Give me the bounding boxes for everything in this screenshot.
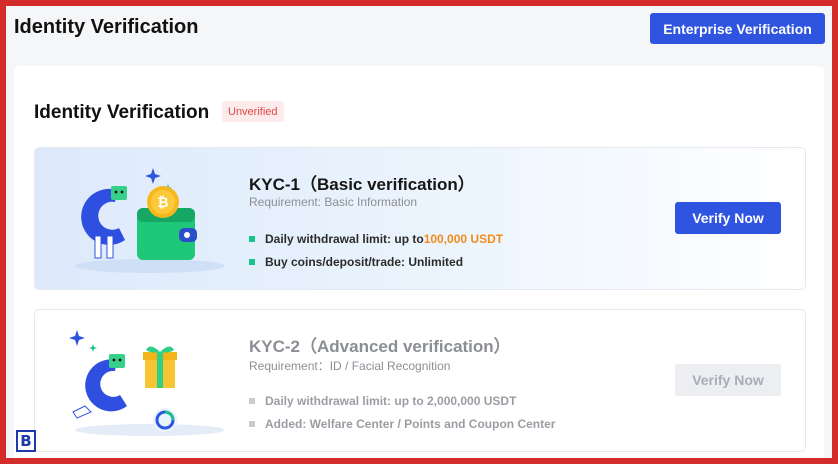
kyc2-benefit-welfare-text: Added: Welfare Center / Points and Coupo… (265, 417, 556, 431)
bullet-icon (249, 398, 255, 404)
kyc2-verify-button: Verify Now (675, 364, 781, 396)
kyc2-benefit-withdrawal: Daily withdrawal limit: up to 2,000,000 … (249, 394, 516, 408)
kyc1-benefit-withdrawal-text: Daily withdrawal limit: up to (265, 232, 424, 246)
kyc1-benefit-trade: Buy coins/deposit/trade: Unlimited (249, 255, 463, 269)
kyc1-title: KYC-1（Basic verification） (249, 175, 475, 194)
kyc1-benefit-trade-text: Buy coins/deposit/trade: Unlimited (265, 255, 464, 269)
kyc2-benefit-withdrawal-text: Daily withdrawal limit: up to 2,000,000 … (265, 394, 517, 408)
kyc2-title: KYC-2（Advanced verification） (249, 337, 511, 356)
app-frame: Identity Verification Enterprise Verific… (6, 6, 832, 458)
kyc1-illustration-icon: ₿ (75, 168, 225, 273)
kyc1-card: ₿ KYC-1（Basic verification） Requirement:… (34, 147, 806, 290)
kyc1-withdrawal-limit: 100,000 USDT (423, 232, 504, 246)
kyc2-card: KYC-2（Advanced verification） Requirement… (34, 309, 806, 452)
section-title: Identity Verification (34, 102, 210, 123)
status-badge: Unverified (222, 101, 284, 122)
kyc1-verify-button[interactable]: Verify Now (675, 202, 781, 234)
app-logo-icon: B (16, 430, 36, 452)
bullet-icon (249, 421, 255, 427)
kyc2-requirement: Requirement：ID / Facial Recognition (249, 359, 451, 373)
verification-panel: Identity Verification Unverified ₿ KYC-1… (14, 66, 824, 458)
kyc2-benefit-welfare: Added: Welfare Center / Points and Coupo… (249, 417, 555, 431)
enterprise-verification-button[interactable]: Enterprise Verification (650, 13, 825, 44)
bullet-icon (249, 236, 255, 242)
svg-text:₿: ₿ (157, 195, 168, 211)
kyc1-requirement: Requirement: Basic Information (249, 195, 418, 209)
page-title: Identity Verification (14, 16, 199, 38)
bullet-icon (249, 259, 255, 265)
kyc1-benefit-withdrawal: Daily withdrawal limit: up to 100,000 US… (249, 232, 503, 246)
kyc2-illustration-icon (69, 330, 225, 436)
